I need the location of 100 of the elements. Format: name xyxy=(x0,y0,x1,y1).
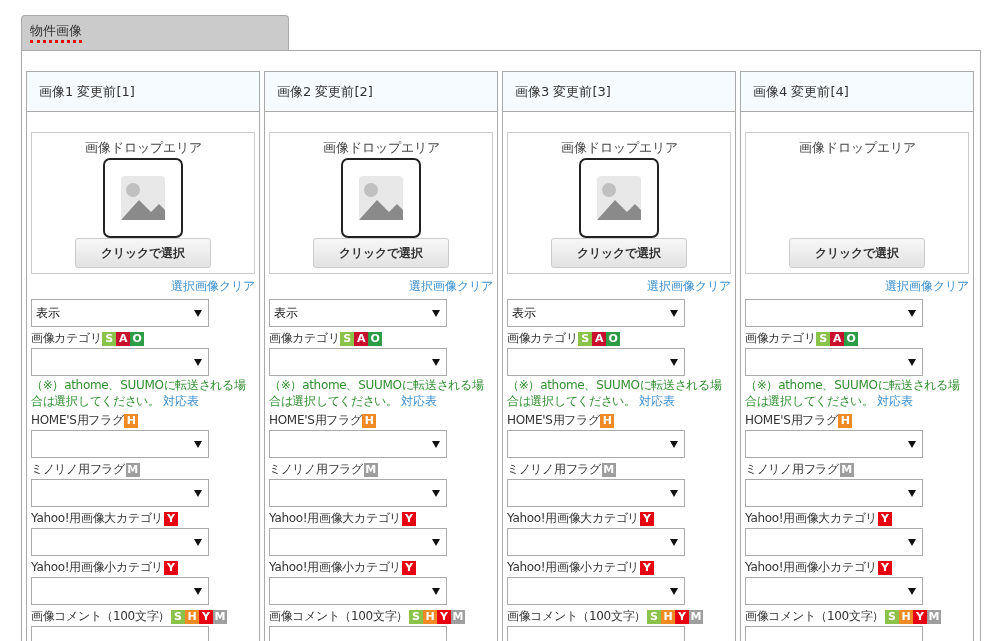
field-label: ミノリノ用フラグ xyxy=(31,461,125,478)
clear-image-link[interactable]: 選択画像クリア xyxy=(171,278,255,295)
clear-image-link[interactable]: 選択画像クリア xyxy=(885,278,969,295)
select-image-button[interactable]: クリックで選択 xyxy=(551,238,687,268)
field-label: Yahoo!用画像大カテゴリ xyxy=(269,510,401,527)
site-badge: M xyxy=(451,609,465,624)
site-badge: S xyxy=(816,331,831,346)
site-badge: Y xyxy=(877,560,892,575)
field-label: 画像コメント（100文字） xyxy=(745,608,884,625)
drop-area[interactable]: 画像ドロップエリア クリックで選択 xyxy=(269,132,493,274)
site-badge: H xyxy=(124,413,139,428)
mapping-table-link[interactable]: 対応表 xyxy=(877,394,913,408)
field-label: HOME'S用フラグ xyxy=(269,412,362,429)
field-label: Yahoo!用画像小カテゴリ xyxy=(269,559,401,576)
note-text: （※）athome、SUUMOに転送される場合は選択してください。 対応表 xyxy=(31,377,247,409)
site-badge: Y xyxy=(437,609,451,624)
site-badge: M xyxy=(601,462,616,477)
drop-label: 画像ドロップエリア xyxy=(560,139,678,156)
field-label: Yahoo!用画像大カテゴリ xyxy=(31,510,163,527)
mapping-table-link[interactable]: 対応表 xyxy=(639,394,675,408)
site-badge: M xyxy=(927,609,941,624)
note-text: （※）athome、SUUMOに転送される場合は選択してください。 対応表 xyxy=(269,377,485,409)
site-badge: H xyxy=(362,413,377,428)
site-badge: H xyxy=(899,609,913,624)
field-label: ミノリノ用フラグ xyxy=(745,461,839,478)
field-label: 画像コメント（100文字） xyxy=(31,608,170,625)
field-label: 画像カテゴリ xyxy=(507,330,578,347)
field-label: 画像カテゴリ xyxy=(745,330,816,347)
field-label: Yahoo!用画像大カテゴリ xyxy=(745,510,877,527)
site-badge: Y xyxy=(913,609,927,624)
site-badge: O xyxy=(606,331,621,346)
site-badge: Y xyxy=(639,511,654,526)
site-badge: A xyxy=(830,331,845,346)
site-badge: H xyxy=(600,413,615,428)
field-label: HOME'S用フラグ xyxy=(507,412,600,429)
site-badge: S xyxy=(409,609,423,624)
field-label: 画像カテゴリ xyxy=(31,330,102,347)
site-badge: A xyxy=(116,331,131,346)
site-badge: H xyxy=(838,413,853,428)
site-badge: S xyxy=(578,331,593,346)
site-badge: M xyxy=(363,462,378,477)
card-title: 画像4 変更前[4] xyxy=(741,72,973,112)
site-badge: Y xyxy=(877,511,892,526)
field-label: 画像カテゴリ xyxy=(269,330,340,347)
site-badge: Y xyxy=(163,560,178,575)
card-title: 画像2 変更前[2] xyxy=(265,72,497,112)
site-badge: S xyxy=(885,609,899,624)
site-badge: O xyxy=(130,331,145,346)
clear-image-link[interactable]: 選択画像クリア xyxy=(647,278,731,295)
card-title: 画像1 変更前[1] xyxy=(27,72,259,112)
site-badge: H xyxy=(423,609,437,624)
site-badge: S xyxy=(102,331,117,346)
site-badge: O xyxy=(368,331,383,346)
note-text: （※）athome、SUUMOに転送される場合は選択してください。 対応表 xyxy=(507,377,723,409)
select-image-button[interactable]: クリックで選択 xyxy=(313,238,449,268)
site-badge: Y xyxy=(401,560,416,575)
field-label: Yahoo!用画像小カテゴリ xyxy=(745,559,877,576)
field-label: 画像コメント（100文字） xyxy=(507,608,646,625)
field-label: Yahoo!用画像小カテゴリ xyxy=(31,559,163,576)
drop-label: 画像ドロップエリア xyxy=(84,139,202,156)
drop-area[interactable]: 画像ドロップエリア クリックで選択 xyxy=(745,132,969,274)
site-badge: M xyxy=(125,462,140,477)
mapping-table-link[interactable]: 対応表 xyxy=(163,394,199,408)
drop-area[interactable]: 画像ドロップエリア クリックで選択 xyxy=(31,132,255,274)
site-badge: Y xyxy=(639,560,654,575)
display-select[interactable]: 表示 xyxy=(269,299,447,327)
site-badge: O xyxy=(844,331,859,346)
drop-area[interactable]: 画像ドロップエリア クリックで選択 xyxy=(507,132,731,274)
site-badge: Y xyxy=(163,511,178,526)
drop-label: 画像ドロップエリア xyxy=(322,139,440,156)
site-badge: M xyxy=(839,462,854,477)
drop-label: 画像ドロップエリア xyxy=(798,139,916,156)
field-label: 画像コメント（100文字） xyxy=(269,608,408,625)
site-badge: S xyxy=(340,331,355,346)
field-label: Yahoo!用画像小カテゴリ xyxy=(507,559,639,576)
display-select[interactable]: 表示 xyxy=(31,299,209,327)
card-title: 画像3 変更前[3] xyxy=(503,72,735,112)
site-badge: M xyxy=(689,609,703,624)
site-badge: A xyxy=(592,331,607,346)
site-badge: Y xyxy=(675,609,689,624)
site-badge: S xyxy=(647,609,661,624)
field-label: HOME'S用フラグ xyxy=(31,412,124,429)
display-select[interactable]: 表示 xyxy=(507,299,685,327)
select-image-button[interactable]: クリックで選択 xyxy=(75,238,211,268)
clear-image-link[interactable]: 選択画像クリア xyxy=(409,278,493,295)
section-tab[interactable]: 物件画像 xyxy=(21,15,289,50)
site-badge: M xyxy=(213,609,227,624)
select-image-button[interactable]: クリックで選択 xyxy=(789,238,925,268)
field-label: ミノリノ用フラグ xyxy=(507,461,601,478)
site-badge: Y xyxy=(199,609,213,624)
field-label: HOME'S用フラグ xyxy=(745,412,838,429)
site-badge: H xyxy=(185,609,199,624)
note-text: （※）athome、SUUMOに転送される場合は選択してください。 対応表 xyxy=(745,377,961,409)
site-badge: H xyxy=(661,609,675,624)
field-label: Yahoo!用画像大カテゴリ xyxy=(507,510,639,527)
site-badge: A xyxy=(354,331,369,346)
site-badge: S xyxy=(171,609,185,624)
site-badge: Y xyxy=(401,511,416,526)
mapping-table-link[interactable]: 対応表 xyxy=(401,394,437,408)
field-label: ミノリノ用フラグ xyxy=(269,461,363,478)
